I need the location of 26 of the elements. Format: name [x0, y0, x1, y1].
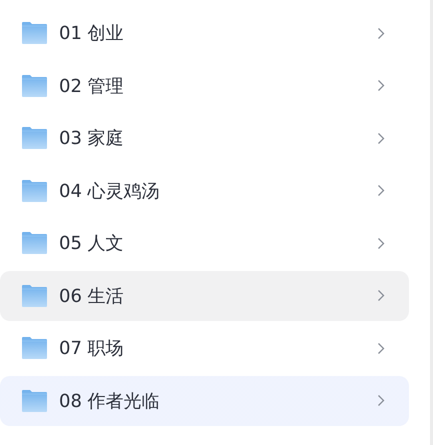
folder-name: 04 心灵鸡汤 [59, 180, 161, 202]
folder-icon [22, 284, 47, 306]
folder-icon [22, 74, 47, 96]
folder-name: 06 生活 [59, 284, 125, 308]
chevron-right-icon [377, 236, 385, 250]
folder-name: 07 职场 [59, 337, 125, 360]
folder-name: 05 人文 [59, 232, 125, 255]
folder-name: 03 家庭 [59, 127, 125, 150]
folder-icon [22, 127, 47, 149]
folder-icon [22, 337, 47, 359]
folder-name: 01 创业 [59, 22, 125, 45]
chevron-right-icon [377, 132, 385, 144]
chevron-right-icon [377, 394, 385, 407]
folder-row[interactable]: 08 作者光临 [0, 376, 409, 426]
folder-icon [22, 180, 47, 202]
folder-name: 02 管理 [59, 74, 125, 98]
chevron-right-icon [377, 26, 385, 40]
folder-icon [22, 390, 47, 412]
chevron-right-icon [377, 342, 385, 354]
folder-name: 08 作者光临 [59, 390, 161, 412]
chevron-right-icon [377, 289, 385, 302]
chevron-right-icon [377, 79, 385, 92]
folder-icon [22, 232, 47, 254]
chevron-right-icon [377, 184, 385, 197]
folder-icon [22, 22, 47, 44]
folder-row[interactable]: 06 生活 [0, 270, 409, 320]
